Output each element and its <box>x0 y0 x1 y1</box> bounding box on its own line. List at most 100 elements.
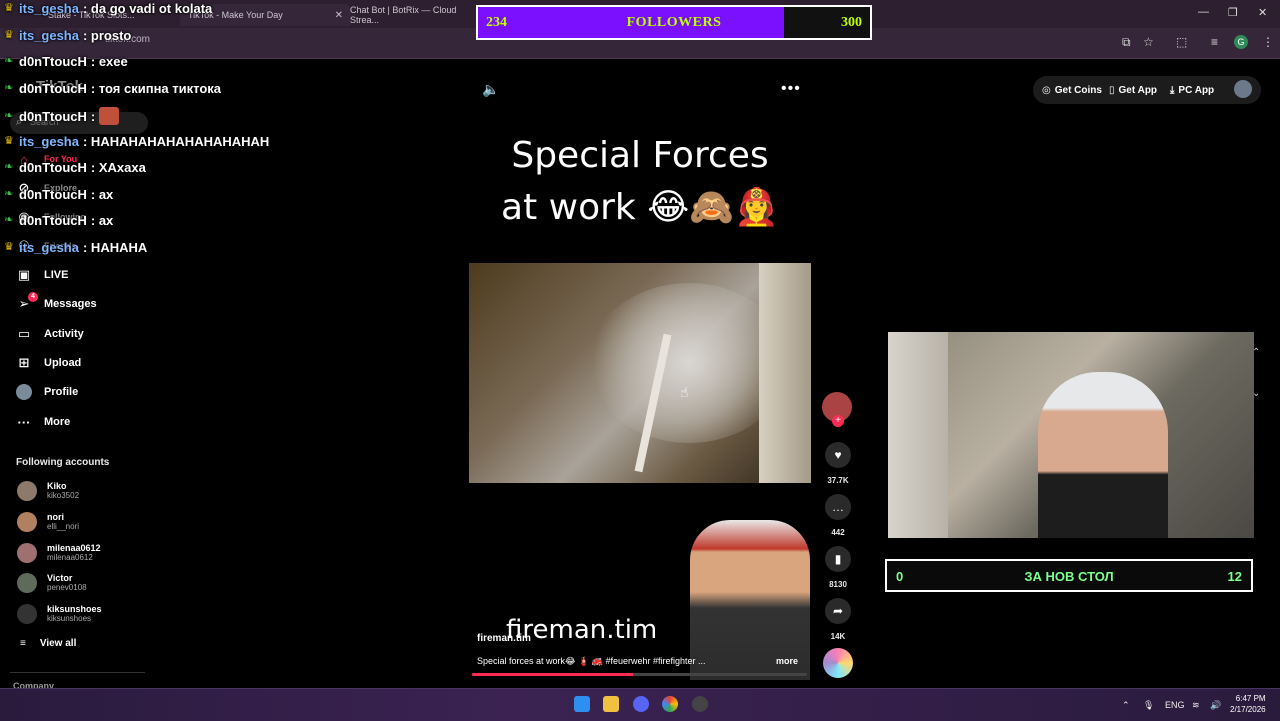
chat-message: ♛ its_gesha: НАНАНА <box>4 240 147 255</box>
chat-username: d0nTtoucH <box>19 108 87 124</box>
media-controls-icon[interactable]: ≡ <box>1211 35 1218 49</box>
chat-text: : ax <box>90 213 114 228</box>
account-name: kiksunshoes <box>47 604 102 614</box>
followers-current: 234 <box>486 15 507 30</box>
comment-button[interactable]: … <box>825 494 851 520</box>
sidebar-item-profile[interactable]: Profile <box>16 384 78 400</box>
wifi-icon[interactable]: ≋ <box>1192 700 1200 711</box>
share-button[interactable]: ➦ <box>825 598 851 624</box>
extensions-icon[interactable]: ⬚ <box>1176 35 1187 49</box>
account-handle: penev0108 <box>47 583 87 592</box>
followers-goal-bar: FOLLOWERS 234 300 <box>476 5 872 40</box>
avatar <box>17 543 37 563</box>
account-handle: kiksunshoes <box>47 614 92 623</box>
more-options-icon[interactable]: ••• <box>781 80 801 98</box>
following-account[interactable]: kiksunshoes kiksunshoes <box>17 604 102 624</box>
webcam-feed <box>888 332 1254 538</box>
chat-username: d0nTtoucH <box>19 187 87 202</box>
browser-profile-avatar[interactable]: G <box>1234 35 1248 49</box>
webcam-curtain <box>888 332 948 538</box>
taskbar-clock[interactable]: 6:47 PM 2/17/2026 <box>1230 693 1266 715</box>
chat-message: ♛ its_gesha: prosto <box>4 28 131 43</box>
chat-text: : prosto <box>82 28 132 43</box>
sidebar-item-more[interactable]: ··· More <box>16 414 71 430</box>
following-account[interactable]: Kiko kiko3502 <box>17 481 79 501</box>
get-coins-button[interactable]: ◎ Get Coins <box>1042 80 1102 100</box>
save-button[interactable]: ▮ <box>825 546 851 572</box>
scroll-up-icon[interactable]: ⌃ <box>1252 347 1260 358</box>
close-window-button[interactable]: ✕ <box>1258 6 1267 19</box>
sidebar-item-live[interactable]: ▣ LIVE <box>16 267 69 283</box>
chat-text: : <box>90 108 96 124</box>
sidebar-item-upload[interactable]: ⊞ Upload <box>16 355 82 371</box>
follow-plus-icon[interactable]: + <box>832 415 844 427</box>
restore-window-button[interactable]: ❐ <box>1228 6 1238 19</box>
obs-icon[interactable] <box>692 696 708 712</box>
sidebar-item-label: More <box>44 416 71 428</box>
chrome-icon[interactable] <box>662 696 678 712</box>
account-name: nori <box>47 512 64 522</box>
clock-time: 6:47 PM <box>1235 694 1266 703</box>
share-count: 14K <box>830 632 846 641</box>
chat-message: ❧ d0nTtoucH: ax <box>4 213 113 228</box>
view-all-link[interactable]: ≡ View all <box>20 638 76 649</box>
scroll-down-icon[interactable]: ⌄ <box>1252 388 1260 399</box>
hand-cursor-icon: ☝ <box>680 384 689 400</box>
clock-date: 2/17/2026 <box>1230 705 1266 714</box>
music-disc-icon[interactable] <box>823 648 853 678</box>
following-account[interactable]: milenaa0612 milenaa0612 <box>17 543 101 563</box>
chat-text: : ХАхаха <box>90 160 146 175</box>
volume-icon[interactable]: 🔈 <box>482 81 499 98</box>
discord-icon[interactable] <box>633 696 649 712</box>
windows-start-icon[interactable] <box>574 696 590 712</box>
sidebar-item-activity[interactable]: ▭ Activity <box>16 326 84 342</box>
comment-icon: … <box>832 500 844 514</box>
file-explorer-icon[interactable] <box>603 696 619 712</box>
leaf-badge-icon: ❧ <box>4 82 14 94</box>
avatar <box>17 573 37 593</box>
save-count: 8130 <box>829 580 847 589</box>
sidebar-divider <box>10 672 145 673</box>
tray-chevron-icon[interactable]: ⌃ <box>1122 700 1130 711</box>
chat-username: its_gesha <box>19 1 79 16</box>
messages-icon: ➢ 4 <box>16 292 38 312</box>
chat-username: d0nTtoucH <box>19 81 87 96</box>
minimize-window-button[interactable]: — <box>1198 6 1209 18</box>
get-app-button[interactable]: ▯ Get App <box>1109 80 1157 100</box>
bookmark-star-icon[interactable]: ☆ <box>1143 35 1154 49</box>
leaf-badge-icon: ❧ <box>4 161 14 173</box>
streamer-image <box>1038 372 1168 538</box>
sidebar-item-label: Profile <box>44 386 79 398</box>
sidebar-item-label: Upload <box>44 357 82 369</box>
phone-icon: ▯ <box>1109 84 1115 96</box>
speaker-icon[interactable]: 🔊 <box>1210 700 1221 711</box>
sidebar-item-label: LIVE <box>44 269 69 281</box>
video-player[interactable] <box>469 263 811 483</box>
browser-tab[interactable]: Chat Bot | BotRix — Cloud Strea... <box>342 4 486 26</box>
comment-count: 442 <box>831 528 845 537</box>
language-indicator[interactable]: ENG <box>1165 700 1185 710</box>
description-more-button[interactable]: more <box>776 656 798 666</box>
tab-label: Chat Bot | BotRix — Cloud Strea... <box>350 5 457 25</box>
following-account[interactable]: Victor penev0108 <box>17 573 87 593</box>
chat-text: : ax <box>90 187 114 202</box>
microphone-icon[interactable]: 🎙 <box>1143 700 1154 711</box>
chat-username: its_gesha <box>19 240 79 255</box>
like-button[interactable]: ♥ <box>825 442 851 468</box>
sidebar-item-messages[interactable]: ➢ 4 Messages <box>16 292 97 312</box>
video-progress-bar[interactable] <box>472 673 807 676</box>
coin-icon: ◎ <box>1042 84 1051 96</box>
pc-app-button[interactable]: ⤓ PC App <box>1170 80 1214 100</box>
video-door <box>759 263 811 483</box>
chat-username: d0nTtoucH <box>19 160 87 175</box>
browser-menu-icon[interactable]: ⋮ <box>1262 35 1274 49</box>
following-accounts-title: Following accounts <box>16 457 110 468</box>
following-account[interactable]: nori elli__nori <box>17 512 79 532</box>
more-icon: ··· <box>17 414 31 430</box>
avatar <box>17 604 37 624</box>
cast-icon[interactable]: ⧉ <box>1122 35 1131 50</box>
video-author[interactable]: fireman.tim <box>477 633 531 644</box>
chat-username: d0nTtoucH <box>19 213 87 228</box>
user-avatar[interactable] <box>1234 80 1252 98</box>
video-caption-overlay: Special Forces at work 😂🙈👩‍🚒 <box>470 130 810 234</box>
